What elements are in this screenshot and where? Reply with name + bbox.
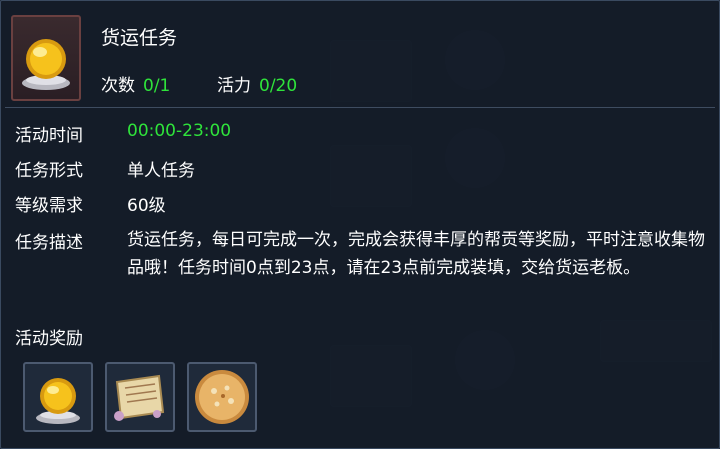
form-label: 任务形式 <box>15 161 83 181</box>
count-label: 次数 <box>101 76 135 96</box>
level-value: 60级 <box>127 196 166 216</box>
reward-slot-orb[interactable] <box>23 362 93 432</box>
pancake-icon <box>195 370 249 424</box>
golden-orb-icon <box>36 378 80 424</box>
reward-slot-pancake[interactable] <box>187 362 257 432</box>
time-value: 00:00-23:00 <box>127 121 232 141</box>
vitality-stat: 活力 0/20 <box>217 71 297 96</box>
form-value: 单人任务 <box>127 161 195 181</box>
task-title: 货运任务 <box>101 27 178 49</box>
level-label: 等级需求 <box>15 196 83 216</box>
count-value: 0/1 <box>143 76 171 96</box>
time-label: 活动时间 <box>15 126 83 146</box>
desc-value: 货运任务，每日可完成一次，完成会获得丰厚的帮贡等奖励，平时注意收集物品哦！任务时… <box>127 230 705 278</box>
golden-orb-icon <box>22 39 70 90</box>
header-divider <box>5 107 715 108</box>
task-tooltip-panel: 货运任务 次数 0/1 活力 0/20 活动时间 00:00-23:00 任务形式 … <box>0 0 720 449</box>
scroll-icon <box>114 374 165 421</box>
task-icon-frame <box>11 15 81 101</box>
reward-label: 活动奖励 <box>15 329 83 349</box>
desc-label: 任务描述 <box>15 233 83 253</box>
vitality-label: 活力 <box>217 76 251 96</box>
vitality-value: 0/20 <box>259 76 298 96</box>
reward-slot-scroll[interactable] <box>105 362 175 432</box>
count-stat: 次数 0/1 <box>101 71 170 96</box>
